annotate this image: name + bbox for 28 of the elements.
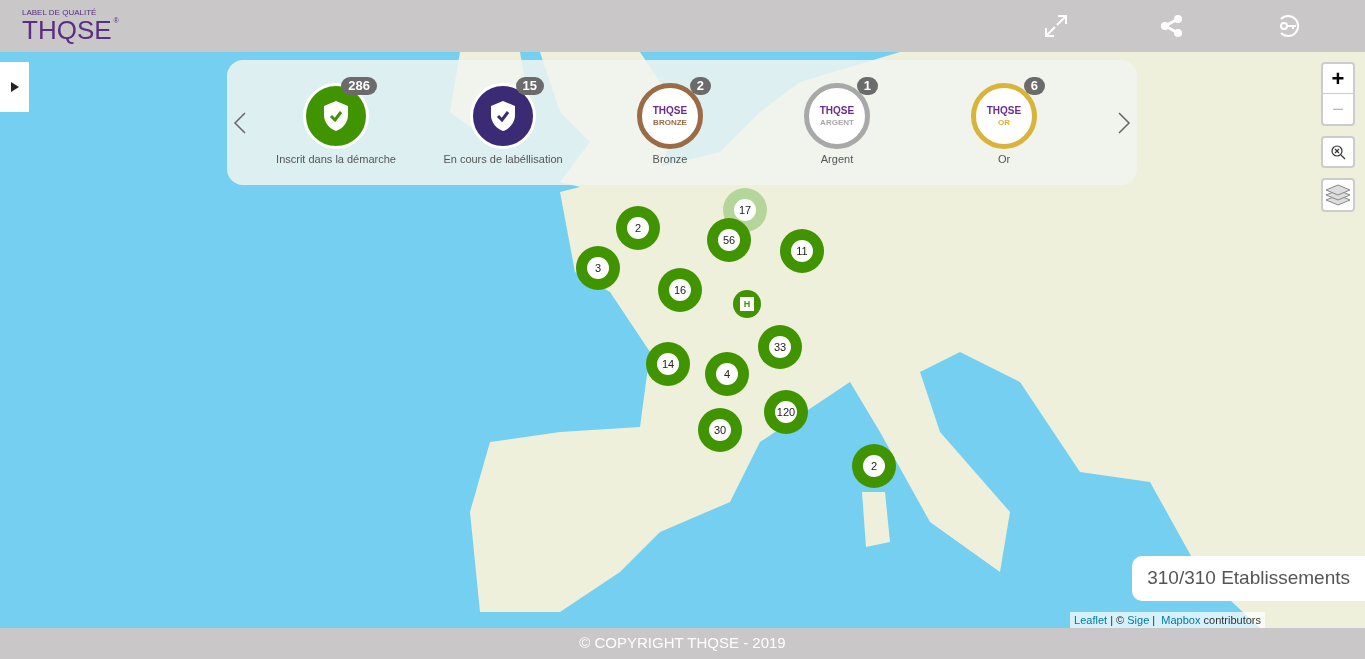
total-count: 310/310 Etablissements — [1132, 556, 1365, 601]
count-badge: 286 — [341, 77, 377, 96]
zoom-reset-icon — [1330, 144, 1346, 160]
legend-label: Argent — [820, 152, 854, 168]
caret-icon — [10, 82, 19, 92]
count-badge: 15 — [515, 77, 544, 96]
medal-logo: THQSE — [986, 105, 1022, 116]
chevron-left-icon[interactable] — [233, 110, 247, 135]
logo-tagline: LABEL DE QUALITÉ — [22, 9, 98, 17]
count-badge: 6 — [1023, 77, 1045, 96]
zoom-in-button[interactable]: + — [1323, 64, 1353, 94]
count-badge: 2 — [689, 77, 711, 96]
logo-name: THQSE — [22, 17, 112, 43]
legend-label: En cours de labéllisation — [443, 152, 563, 168]
chevron-right-icon[interactable] — [1117, 110, 1131, 135]
medal-text: OR — [998, 118, 1010, 127]
legend-label: Bronze — [652, 152, 688, 168]
sidebar-toggle[interactable] — [0, 62, 29, 112]
count-badge: 1 — [856, 77, 878, 96]
zoom-reset-button[interactable] — [1321, 136, 1355, 168]
medal-text: BRONZE — [653, 118, 687, 127]
medal-text: ARGENT — [820, 118, 854, 127]
medal-logo: THQSE — [652, 105, 688, 116]
copyright-text: © COPYRIGHT THQSE - 2019 — [579, 633, 786, 654]
medal-logo: THQSE — [819, 105, 855, 116]
legend-label: Or — [997, 152, 1011, 168]
layers-button[interactable] — [1321, 178, 1355, 212]
legend-label: Inscrit dans la démarche — [276, 152, 396, 168]
